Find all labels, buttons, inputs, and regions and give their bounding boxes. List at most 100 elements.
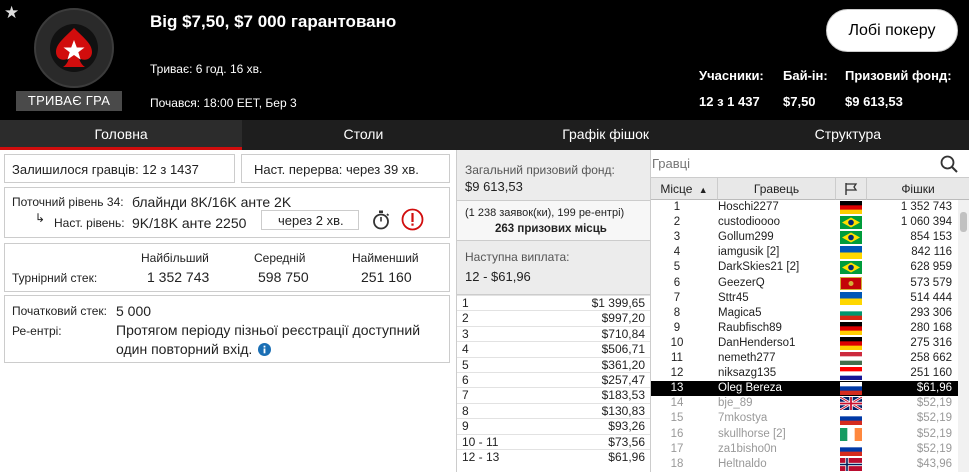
favorite-star-icon[interactable]: ★ bbox=[4, 3, 19, 23]
tab-chip-graph[interactable]: Графік фішок bbox=[485, 120, 727, 150]
payout-amount: $1 399,65 bbox=[591, 296, 645, 310]
player-name: iamgusik [2] bbox=[718, 246, 780, 259]
country-flag-icon bbox=[840, 231, 862, 245]
payout-place: 1 bbox=[462, 296, 469, 310]
player-name: Sttr45 bbox=[718, 291, 749, 304]
player-chips: 258 662 bbox=[910, 352, 952, 364]
player-row[interactable]: 18 Heltnaldo $43,96 bbox=[651, 457, 958, 472]
main-tabs: Головна Столи Графік фішок Структура bbox=[0, 120, 969, 150]
column-country[interactable] bbox=[836, 178, 867, 200]
starting-stack-label: Початковий стек: bbox=[12, 304, 107, 318]
payout-amount: $61,96 bbox=[608, 450, 645, 464]
tab-tables[interactable]: Столи bbox=[242, 120, 484, 150]
player-chips: 275 316 bbox=[910, 336, 952, 349]
alert-icon[interactable] bbox=[401, 208, 424, 231]
country-flag-icon bbox=[840, 352, 862, 366]
next-level-time-box: через 2 хв. bbox=[261, 210, 359, 230]
prize-pool-label: Призовий фонд: bbox=[845, 68, 952, 83]
tab-main[interactable]: Головна bbox=[0, 120, 243, 150]
total-prize-label: Загальний призовий фонд: bbox=[465, 163, 615, 177]
column-player[interactable]: Гравець bbox=[718, 178, 836, 200]
total-prize-section: Загальний призовий фонд: $9 613,53 bbox=[457, 150, 650, 200]
player-chips: $52,19 bbox=[916, 412, 952, 425]
player-row[interactable]: 16 skullhorse [2] $52,19 bbox=[651, 427, 958, 442]
scrollbar-thumb[interactable] bbox=[960, 212, 967, 232]
next-level-arrow-icon: ↳ bbox=[35, 211, 46, 225]
column-chips[interactable]: Фішки bbox=[867, 178, 969, 200]
next-level-time: через 2 хв. bbox=[278, 213, 344, 228]
player-row[interactable]: 8 Magica5 293 306 bbox=[651, 306, 958, 321]
player-row[interactable]: 17 za1bisho0n $52,19 bbox=[651, 442, 958, 457]
player-chips: 1 060 394 bbox=[900, 216, 952, 229]
player-place: 4 bbox=[673, 246, 681, 259]
player-row[interactable]: 9 Raubfisch89 280 168 bbox=[651, 321, 958, 336]
payout-row: 7 $183,53 bbox=[457, 387, 650, 403]
player-row[interactable]: 13 Oleg Bereza $61,96 bbox=[651, 381, 958, 397]
buyin-label: Бай-ін: bbox=[783, 68, 828, 83]
player-place: 9 bbox=[673, 321, 681, 334]
search-icon[interactable] bbox=[940, 155, 958, 173]
player-name: bje_89 bbox=[718, 397, 753, 410]
buyin-value: $7,50 bbox=[783, 94, 816, 109]
country-flag-icon bbox=[839, 396, 863, 412]
duration-text: Триває: 6 год. 16 хв. bbox=[150, 62, 263, 76]
player-place: 14 bbox=[670, 397, 684, 410]
stack-header-largest: Найбільший bbox=[141, 251, 209, 265]
player-row[interactable]: 1 Hoschi2277 1 352 743 bbox=[651, 200, 958, 215]
player-name: skullhorse [2] bbox=[718, 427, 786, 440]
player-name: nemeth277 bbox=[718, 352, 776, 364]
payout-amount: $130,83 bbox=[601, 403, 645, 418]
stack-average-value: 598 750 bbox=[258, 269, 309, 285]
payout-place: 7 bbox=[462, 388, 469, 403]
player-row[interactable]: 12 niksazg135 251 160 bbox=[651, 366, 958, 381]
country-flag-icon bbox=[840, 201, 862, 215]
player-row[interactable]: 6 GeezerQ 573 579 bbox=[651, 276, 958, 291]
player-row[interactable]: 10 DanHenderso1 275 316 bbox=[651, 336, 958, 351]
stack-label: Турнірний стек: bbox=[12, 271, 98, 285]
payout-amount: $73,56 bbox=[608, 434, 645, 449]
country-flag-icon bbox=[840, 216, 862, 230]
player-chips: 628 959 bbox=[910, 261, 952, 274]
stack-header-smallest: Найменший bbox=[352, 251, 419, 265]
player-row[interactable]: 2 custodioooo 1 060 394 bbox=[651, 215, 958, 230]
player-row[interactable]: 4 iamgusik [2] 842 116 bbox=[651, 245, 958, 260]
country-flag-icon bbox=[840, 261, 862, 275]
sort-arrow-icon: ▲ bbox=[698, 185, 708, 195]
column-place[interactable]: Місце ▲ bbox=[651, 178, 718, 200]
stopwatch-icon[interactable] bbox=[372, 210, 390, 230]
players-left-box: Залишилося гравців: 12 з 1437 bbox=[4, 154, 235, 183]
payout-place: 12 - 13 bbox=[462, 450, 500, 464]
players-left-text: Залишилося гравців: 12 з 1437 bbox=[12, 162, 199, 177]
player-place: 1 bbox=[673, 201, 681, 213]
level-box: Поточний рівень 34: блайнди 8K/16K анте … bbox=[4, 187, 450, 238]
tab-structure[interactable]: Структура bbox=[727, 120, 969, 150]
player-row[interactable]: 11 nemeth277 258 662 bbox=[651, 351, 958, 366]
payout-place: 9 bbox=[462, 419, 469, 434]
player-row[interactable]: 7 Sttr45 514 444 bbox=[651, 291, 958, 306]
reentry-text-line2: один повторний вхід. bbox=[116, 341, 253, 357]
player-row[interactable]: 14 bje_89 $52,19 bbox=[651, 396, 958, 412]
player-row[interactable]: 5 DarkSkies21 [2] 628 959 bbox=[651, 260, 958, 275]
player-place: 5 bbox=[673, 261, 681, 274]
poker-lobby-button[interactable]: Лобі покеру bbox=[826, 9, 958, 52]
info-icon[interactable] bbox=[258, 343, 271, 356]
player-chips: 573 579 bbox=[910, 276, 952, 289]
player-chips: 280 168 bbox=[910, 321, 952, 334]
payout-row: 5 $361,20 bbox=[457, 356, 650, 373]
payout-place: 10 - 11 bbox=[462, 434, 499, 449]
current-level-label: Поточний рівень 34: bbox=[12, 195, 124, 209]
player-list-scrollbar[interactable] bbox=[958, 200, 969, 472]
player-chips: 1 352 743 bbox=[900, 201, 952, 213]
country-flag-icon bbox=[840, 457, 862, 471]
player-chips: $52,19 bbox=[916, 427, 952, 440]
player-search-input[interactable] bbox=[651, 150, 936, 177]
column-place-label: Місце bbox=[660, 182, 693, 196]
player-row[interactable]: 15 7mkostya $52,19 bbox=[651, 411, 958, 426]
payout-amount: $93,26 bbox=[608, 419, 645, 434]
prize-panel: Загальний призовий фонд: $9 613,53 (1 23… bbox=[456, 150, 651, 472]
player-list: 1 Hoschi2277 1 352 743 2 custodioooo 1 060 39… bbox=[651, 200, 958, 472]
player-row[interactable]: 3 Gollum299 854 153 bbox=[651, 230, 958, 245]
country-flag-icon bbox=[840, 336, 862, 351]
total-prize-value: $9 613,53 bbox=[465, 179, 523, 194]
country-flag-icon bbox=[840, 382, 862, 396]
